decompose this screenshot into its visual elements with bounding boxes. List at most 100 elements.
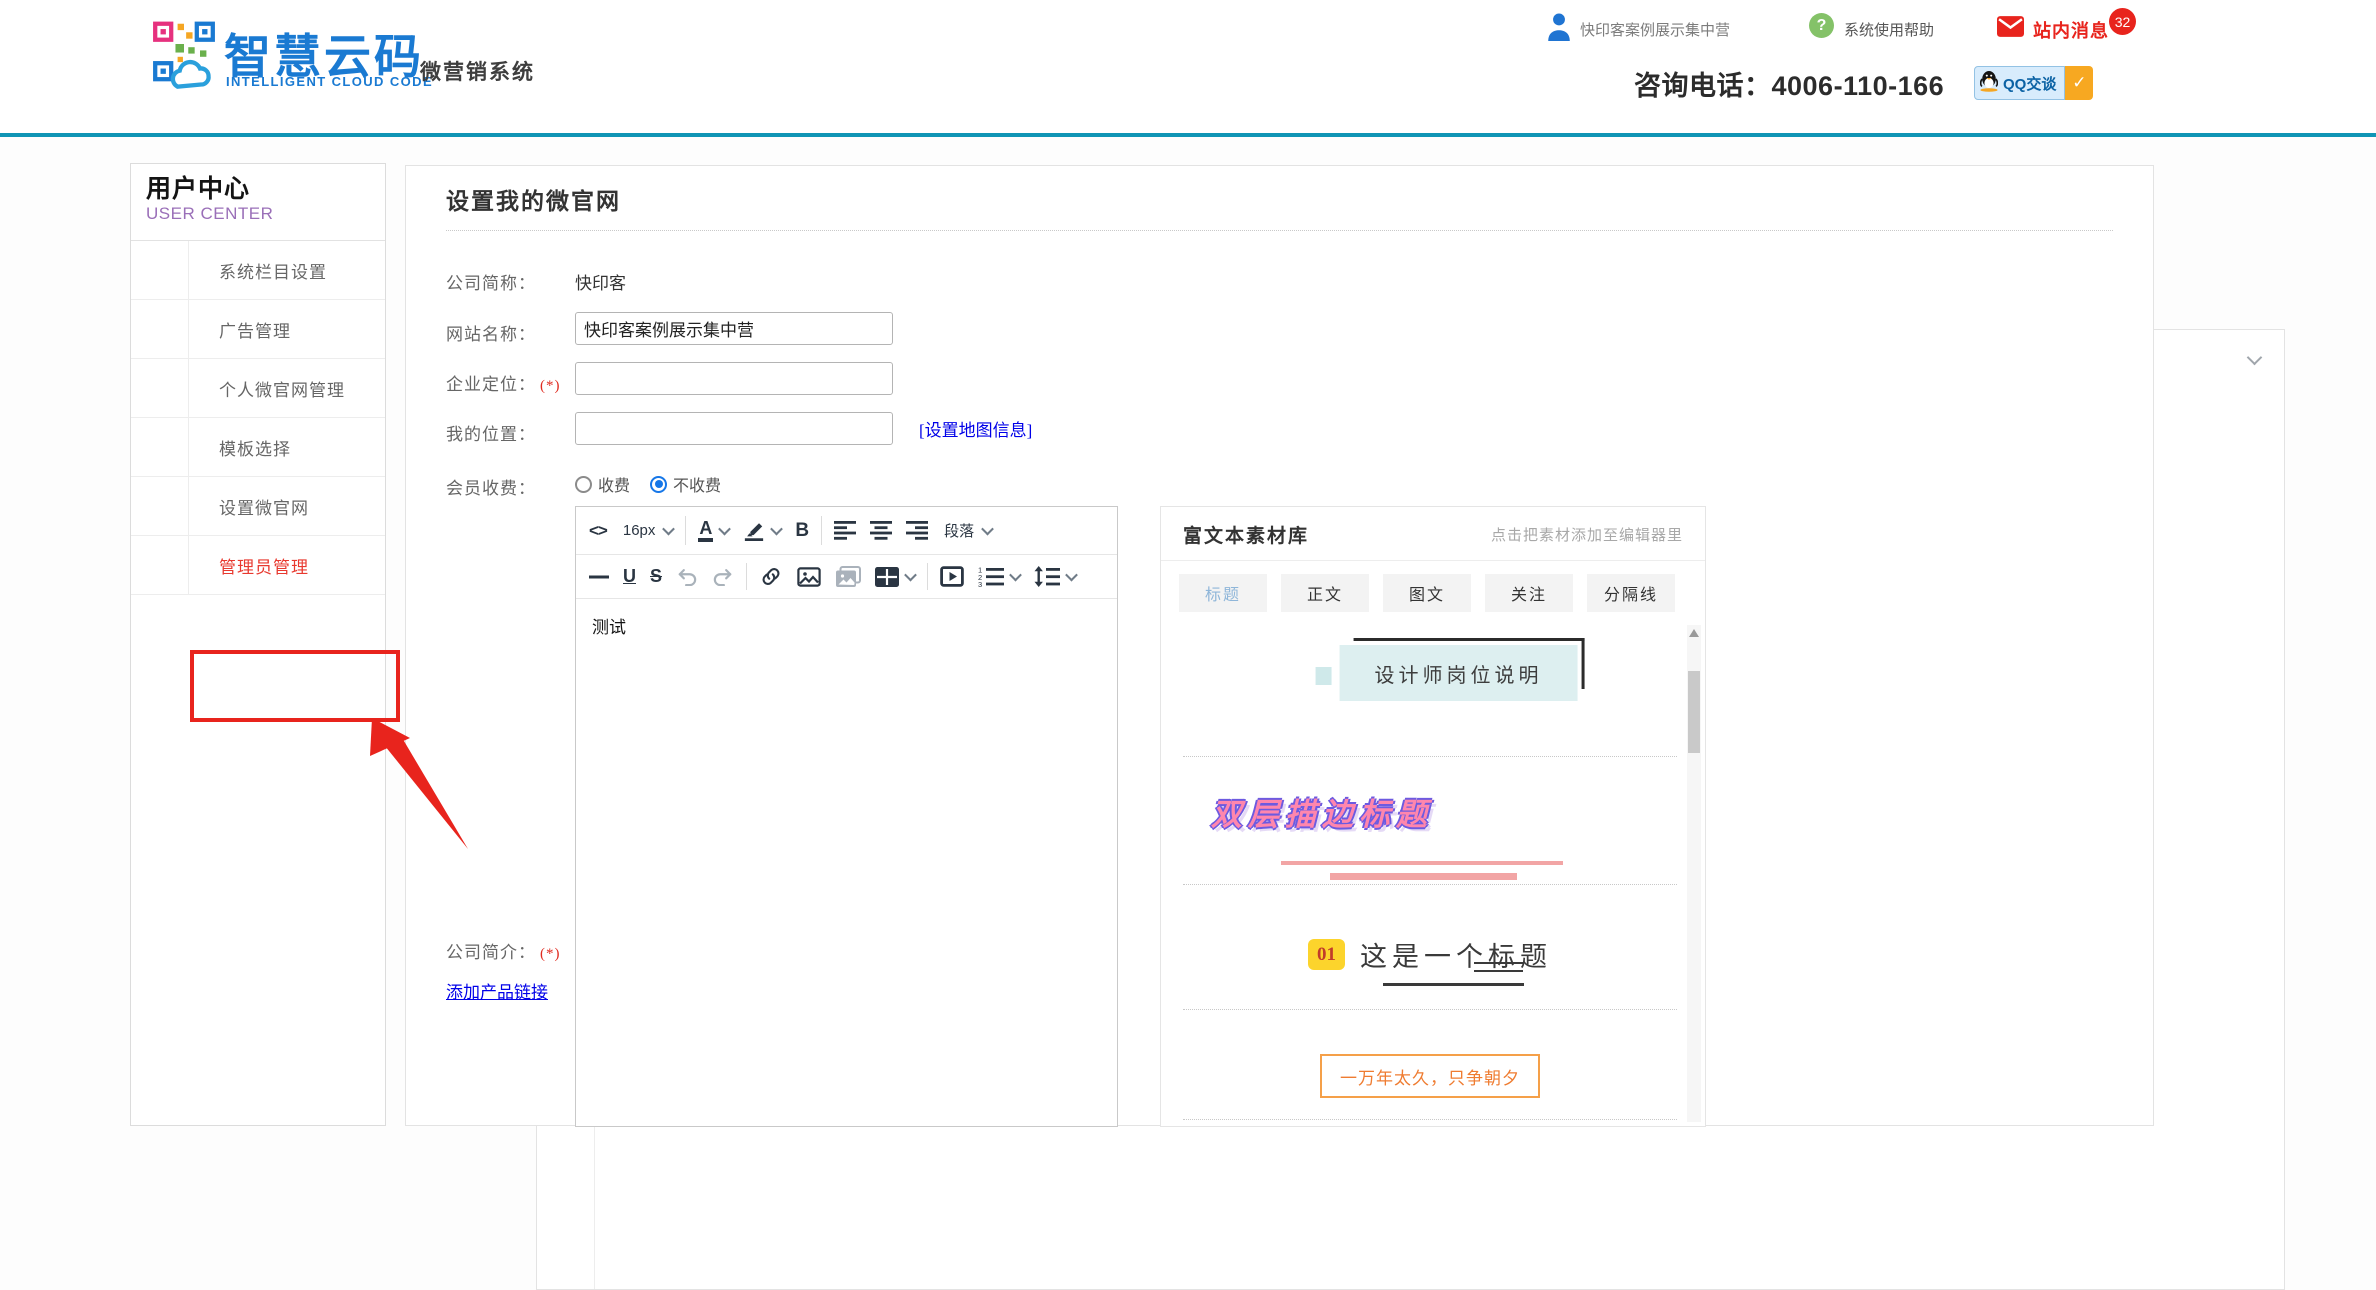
- material-tab[interactable]: 图文: [1383, 574, 1471, 612]
- bold-button[interactable]: B: [788, 507, 816, 554]
- caret-down-icon: [1009, 569, 1022, 582]
- align-left-button[interactable]: [827, 507, 863, 554]
- material-item-stroke-title[interactable]: 双层描边标题: [1183, 757, 1677, 885]
- sidebar-item[interactable]: 模板选择: [131, 418, 385, 477]
- sidebar-item[interactable]: 系统栏目设置: [131, 241, 385, 300]
- material-tab[interactable]: 分隔线: [1587, 574, 1675, 612]
- radio-checked-icon[interactable]: [650, 476, 667, 493]
- ordered-list-button[interactable]: 123: [971, 555, 1027, 598]
- qq-penguin-icon: [1980, 70, 1998, 96]
- phone-number: 4006-110-166: [1772, 71, 1945, 101]
- chevron-down-icon: [2247, 350, 2263, 366]
- sidebar-title: 用户中心: [146, 174, 385, 204]
- logo-subtitle: INTELLIGENT CLOUD CODE: [226, 74, 433, 89]
- blank-icon: [131, 359, 189, 417]
- material-tab[interactable]: 正文: [1281, 574, 1369, 612]
- image-button[interactable]: [790, 555, 828, 598]
- text-color-icon: A: [698, 519, 713, 542]
- svg-text:3: 3: [978, 580, 982, 587]
- material-item-boxed-title[interactable]: 设计师岗位说明: [1183, 621, 1677, 757]
- sidebar-item-label: 管理员管理: [219, 553, 309, 578]
- toolbar-separator: [821, 516, 822, 545]
- material-item-quote-box[interactable]: 一万年太久，只争朝夕: [1183, 1010, 1677, 1120]
- sidebar-item-highlighted[interactable]: 设置微官网: [131, 477, 385, 536]
- help-link[interactable]: 系统使用帮助: [1844, 19, 1934, 40]
- caret-down-icon: [719, 523, 732, 536]
- material-tabs: 标题正文图文关注分隔线: [1161, 561, 1705, 620]
- sidebar-item[interactable]: 个人微官网管理: [131, 359, 385, 418]
- highlight-button[interactable]: [736, 507, 788, 554]
- location-input[interactable]: [575, 412, 893, 445]
- align-left-icon: [834, 521, 856, 540]
- link-button[interactable]: [752, 555, 790, 598]
- mail-icon[interactable]: [1997, 16, 2024, 42]
- quote-box-sample: 一万年太久，只争朝夕: [1320, 1054, 1540, 1098]
- location-label: 我的位置：: [446, 420, 536, 445]
- align-center-icon: [870, 521, 892, 540]
- material-header: 富文本素材库 点击把素材添加至编辑器里: [1161, 507, 1705, 561]
- number-badge: 01: [1308, 939, 1345, 970]
- font-size-button[interactable]: 16px: [614, 507, 681, 554]
- material-tab-active[interactable]: 标题: [1179, 574, 1267, 612]
- toolbar-separator: [746, 563, 747, 590]
- align-center-button[interactable]: [863, 507, 899, 554]
- boxed-title-sample: 设计师岗位说明: [1340, 645, 1578, 701]
- system-name: 微营销系统: [420, 56, 535, 86]
- caret-down-icon: [663, 523, 676, 536]
- qq-chat-button[interactable]: QQ交谈 ✓: [1974, 66, 2093, 100]
- code-icon: <>: [589, 521, 607, 541]
- scroll-up-arrow-icon[interactable]: [1689, 629, 1699, 637]
- caret-down-icon: [981, 523, 994, 536]
- horizontal-rule-button[interactable]: [582, 555, 616, 598]
- align-right-icon: [906, 521, 928, 540]
- link-icon: [759, 566, 783, 587]
- caret-down-icon: [904, 569, 917, 582]
- qq-verified-icon: ✓: [2065, 66, 2093, 100]
- fee-option-label: 不收费: [673, 472, 721, 496]
- media-button[interactable]: [933, 555, 971, 598]
- undo-button[interactable]: [669, 555, 705, 598]
- paragraph-button[interactable]: 段落: [935, 507, 999, 554]
- redo-button[interactable]: [705, 555, 741, 598]
- add-product-link[interactable]: 添加产品链接: [446, 978, 548, 1003]
- positioning-input[interactable]: [575, 362, 893, 395]
- strikethrough-button[interactable]: S: [643, 555, 669, 598]
- fee-radio-option[interactable]: 收费: [575, 472, 630, 496]
- scrollbar-thumb[interactable]: [1688, 671, 1700, 753]
- company-short-value: 快印客: [575, 269, 626, 294]
- table-button[interactable]: [868, 555, 922, 598]
- underline-icon: U: [623, 566, 636, 587]
- site-name-input[interactable]: [575, 312, 893, 345]
- strikethrough-icon: S: [650, 566, 662, 587]
- sidebar-item[interactable]: 广告管理: [131, 300, 385, 359]
- line-height-button[interactable]: [1027, 555, 1083, 598]
- align-right-button[interactable]: [899, 507, 935, 554]
- material-scrollbar[interactable]: [1687, 625, 1701, 1122]
- editor-content[interactable]: 测试: [576, 599, 1117, 652]
- member-fee-options: 收费 不收费: [575, 472, 721, 496]
- account-name[interactable]: 快印客案例展示集中营: [1580, 19, 1730, 40]
- underline-button[interactable]: U: [616, 555, 643, 598]
- material-item-numbered-title[interactable]: 01 这是一个标题: [1183, 885, 1677, 1010]
- font-size-label: 16px: [623, 522, 656, 539]
- sidebar-header: 用户中心 USER CENTER: [131, 164, 385, 241]
- stroke-title-sample: 双层描边标题: [1211, 789, 1433, 834]
- table-icon: [875, 567, 899, 587]
- site-messages-link[interactable]: 站内消息: [2033, 17, 2109, 43]
- material-tab[interactable]: 关注: [1485, 574, 1573, 612]
- rich-text-editor: <> 16px A B 段落 US 123 测试: [575, 506, 1118, 1127]
- page: { "header": { "logo": {"title": "智慧云码", …: [0, 0, 2376, 1126]
- images-button[interactable]: [828, 555, 868, 598]
- fee-radio-option[interactable]: 不收费: [650, 472, 721, 496]
- numbered-title-underline: [1383, 983, 1524, 986]
- bold-icon: B: [795, 520, 809, 542]
- sidebar-item[interactable]: 管理员管理: [131, 536, 385, 595]
- help-icon[interactable]: ?: [1809, 13, 1834, 38]
- set-map-link[interactable]: [设置地图信息]: [919, 416, 1032, 441]
- text-color-button[interactable]: A: [691, 507, 736, 554]
- sidebar-item-label: 设置微官网: [219, 494, 309, 519]
- code-button[interactable]: <>: [582, 507, 614, 554]
- radio-unchecked-icon[interactable]: [575, 476, 592, 493]
- page-title: 设置我的微官网: [446, 182, 621, 216]
- company-short-label: 公司简称：: [446, 269, 536, 294]
